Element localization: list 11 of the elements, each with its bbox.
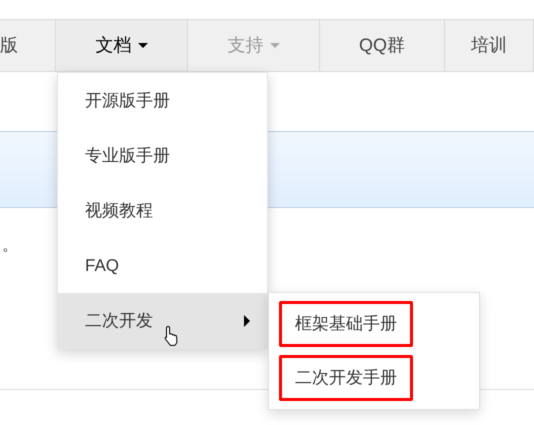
nav-tab[interactable]: 培训: [445, 20, 534, 71]
nav-tab[interactable]: 文档: [56, 20, 188, 71]
menu-item[interactable]: FAQ: [58, 238, 267, 293]
nav-tab[interactable]: QQ群: [320, 20, 445, 71]
submenu-item[interactable]: 二次开发手册: [279, 355, 413, 401]
menu-item[interactable]: 开源版手册: [58, 73, 267, 128]
page-text: 。: [2, 237, 18, 254]
menu-item[interactable]: 专业版手册: [58, 128, 267, 183]
menu-item[interactable]: 视频教程: [58, 183, 267, 238]
submenu-item[interactable]: 框架基础手册: [279, 301, 413, 347]
menu-item[interactable]: 二次开发: [58, 293, 267, 348]
